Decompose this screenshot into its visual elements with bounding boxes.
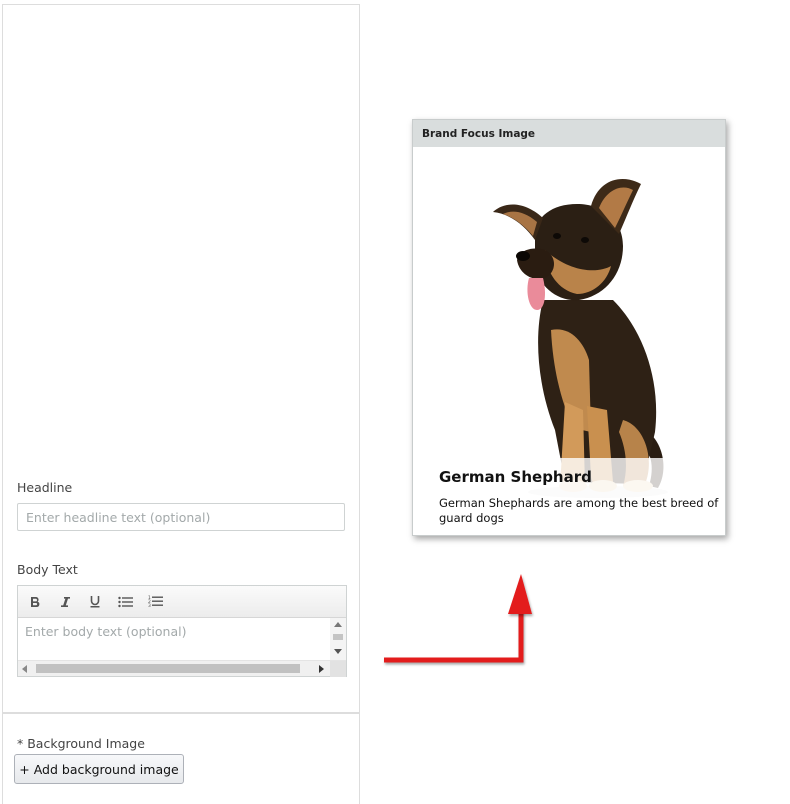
scroll-up-arrow-icon[interactable] <box>334 622 342 627</box>
body-text-label: Body Text <box>17 562 78 577</box>
brand-focus-image-preview: Brand Focus Image German Shephard German… <box>412 119 726 536</box>
scroll-down-arrow-icon[interactable] <box>334 649 342 654</box>
preview-headline: German Shephard <box>439 468 592 486</box>
italic-icon <box>61 596 70 607</box>
background-image-label: * Background Image <box>17 736 145 751</box>
preview-header: Brand Focus Image <box>413 120 725 147</box>
german-shepherd-puppy-image <box>493 179 668 498</box>
scrollbar-corner <box>330 661 346 677</box>
body-text-editor: 1 2 3 <box>17 585 347 677</box>
horizontal-scrollbar[interactable] <box>18 660 346 677</box>
bold-icon <box>31 596 40 607</box>
underline-button[interactable] <box>82 590 108 614</box>
scroll-left-arrow-icon[interactable] <box>22 665 27 673</box>
red-arrow-icon <box>384 574 532 663</box>
section-divider <box>3 712 359 714</box>
body-text-input[interactable] <box>18 618 330 660</box>
svg-text:3: 3 <box>148 603 151 608</box>
headline-input[interactable] <box>17 503 345 531</box>
preview-body-text: German Shephards are among the best bree… <box>439 496 719 525</box>
add-background-image-button[interactable]: + Add background image <box>14 754 184 784</box>
headline-label: Headline <box>17 480 73 495</box>
numbered-list-button[interactable]: 1 2 3 <box>142 590 168 614</box>
scroll-right-arrow-icon[interactable] <box>319 665 324 673</box>
numbered-list-icon: 1 2 3 <box>148 595 163 608</box>
bullet-list-icon <box>117 596 133 607</box>
vertical-scrollbar[interactable] <box>330 618 346 660</box>
vertical-scroll-thumb[interactable] <box>333 634 343 640</box>
module-edit-panel: Headline Body Text <box>2 4 360 804</box>
editor-toolbar: 1 2 3 <box>18 586 346 618</box>
body-text-area-wrapper <box>18 618 346 660</box>
horizontal-scroll-thumb[interactable] <box>36 664 300 673</box>
underline-icon <box>90 596 100 608</box>
italic-button[interactable] <box>52 590 78 614</box>
bullet-list-button[interactable] <box>112 590 138 614</box>
bold-button[interactable] <box>22 590 48 614</box>
